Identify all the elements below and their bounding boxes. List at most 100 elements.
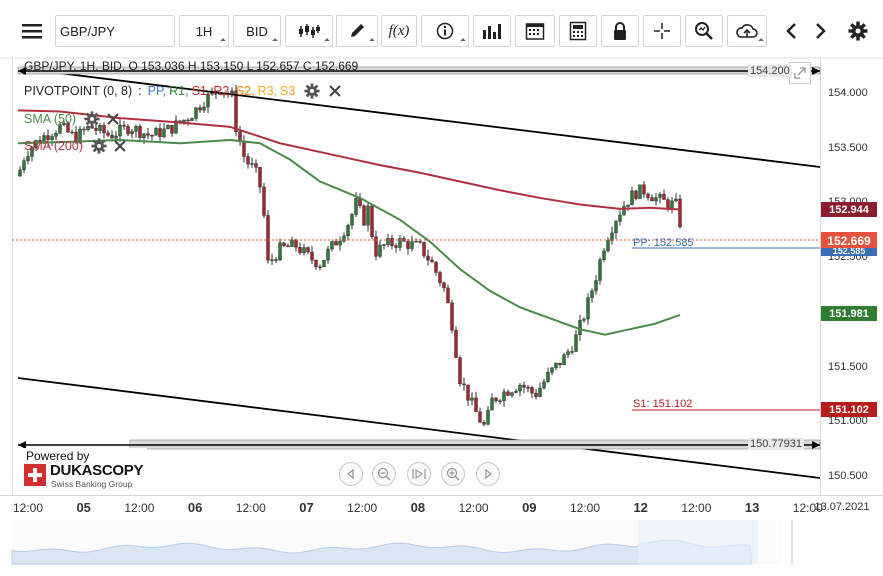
candle-body (258, 167, 262, 188)
candle-body (506, 391, 510, 396)
candle-body (606, 240, 610, 252)
sma50-close-icon[interactable] (106, 112, 120, 126)
time-day-label: 05 (76, 500, 91, 515)
candle-body (246, 156, 250, 165)
candle-body (498, 400, 502, 402)
candle-body (494, 397, 498, 402)
candle-body (490, 397, 494, 411)
s1-line-label: S1: 151.102 (633, 398, 693, 410)
zoom-in-icon (446, 467, 460, 481)
scroll-right-icon (485, 469, 493, 479)
pivot-close-icon[interactable] (328, 84, 342, 98)
candle-body (554, 362, 558, 368)
sma200-label: SMA (200) (24, 139, 84, 153)
zoom-out-button[interactable] (372, 462, 396, 486)
candle-body (678, 198, 682, 228)
sma50-label: SMA (50) (24, 112, 77, 126)
candle-body (390, 238, 394, 246)
candle-body (70, 131, 74, 134)
pivot-settings-icon[interactable] (304, 83, 320, 99)
scroll-right-button[interactable] (476, 462, 500, 486)
candle-body (330, 241, 334, 250)
sma50-legend[interactable]: SMA (50) (24, 111, 120, 127)
candle-body (202, 106, 206, 111)
pivot-level-4: S2, (235, 84, 255, 98)
candle-body (370, 205, 374, 238)
candle-body (18, 169, 22, 177)
swiss-cross-logo-icon (24, 464, 46, 486)
candle-body (302, 247, 306, 254)
candle-body (454, 330, 458, 358)
candle-body (282, 242, 286, 247)
time-hour-label: 12:00 (235, 501, 266, 515)
navigator-strip[interactable] (11, 520, 793, 565)
sma200-close-icon[interactable] (113, 139, 127, 153)
candle-body (630, 190, 634, 206)
candle-body (646, 193, 650, 198)
candle-body (438, 272, 442, 284)
pivot-levels: PP, R1, S1, R2, S2, R3, S3 (148, 84, 299, 98)
pivot-level-1: R1, (169, 84, 189, 98)
pp-line-label: PP: 152.585 (633, 237, 694, 249)
candle-body (530, 387, 534, 394)
candle-body (326, 248, 330, 261)
candle-body (262, 186, 266, 216)
pivot-sep: : (138, 84, 142, 98)
candle-body (610, 232, 614, 241)
candle-body (82, 128, 86, 131)
sma200-price-badge: 152.944 (821, 202, 877, 217)
candle-body (462, 383, 466, 386)
candle-body (162, 128, 166, 138)
sma200-settings-icon[interactable] (91, 138, 107, 154)
candle-body (354, 198, 358, 215)
candle-body (310, 251, 314, 261)
company-tagline: Swiss Banking Group (51, 479, 133, 489)
scroll-left-button[interactable] (339, 462, 363, 486)
candle-body (614, 221, 618, 234)
candle-body (190, 118, 194, 121)
pivot-legend[interactable]: PIVOTPOINT (0, 8) : PP, R1, S1, R2, S2, R3, S3 (24, 83, 342, 99)
candle-body (590, 290, 594, 298)
candle-body (166, 125, 170, 130)
maximize-button[interactable] (789, 62, 811, 84)
candle-body (266, 215, 270, 261)
time-hour-label: 12:00 (12, 501, 44, 515)
time-day-label: 09 (522, 500, 537, 515)
reset-view-button[interactable] (407, 462, 431, 486)
pivot-level-6: S3 (280, 84, 296, 98)
candle-body (394, 245, 398, 248)
candle-body (254, 163, 258, 168)
time-day-label: 06 (187, 500, 203, 515)
candle-body (386, 238, 390, 245)
pivot-level-0: PP, (147, 84, 167, 98)
candle-body (106, 132, 110, 136)
candle-body (674, 198, 678, 202)
time-hour-label: 12:00 (458, 501, 489, 515)
candle-body (138, 126, 142, 138)
candle-body (482, 422, 486, 425)
s1-price-badge: 151.102 (821, 402, 877, 417)
candle-body (198, 107, 202, 111)
candle-body (650, 197, 654, 202)
candle-body (514, 390, 518, 393)
zoom-in-button[interactable] (441, 462, 465, 486)
reset-icon (412, 468, 426, 480)
candle-body (346, 224, 350, 237)
bottom-line-label: 150.77931 (748, 438, 804, 450)
candle-body (298, 247, 302, 254)
sma50-settings-icon[interactable] (84, 111, 100, 127)
candle-body (274, 259, 278, 261)
candle-body (158, 128, 162, 138)
candle-body (510, 392, 514, 396)
candle-body (458, 357, 462, 385)
candle-body (486, 409, 490, 425)
dukascopy-branding[interactable]: Powered by DUKASCOPY Swiss Banking Group (22, 448, 147, 492)
pivot-level-5: R3, (257, 84, 278, 98)
candle-body (286, 245, 290, 248)
candle-body (290, 239, 294, 247)
candle-body (306, 247, 310, 253)
candle-body (366, 205, 370, 226)
sma200-legend[interactable]: SMA (200) (24, 138, 127, 154)
scroll-left-icon (346, 469, 354, 479)
candle-body (54, 133, 58, 137)
